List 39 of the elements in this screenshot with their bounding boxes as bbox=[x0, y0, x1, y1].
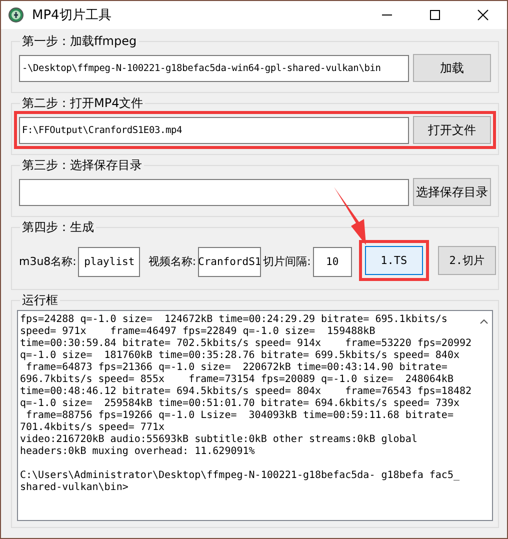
group-title: 运行框 bbox=[21, 292, 59, 309]
log-line: 696.7kbits/s speed= 855x frame=73154 fps=20089 q=-1.0 size= 248064kB bbox=[20, 374, 454, 386]
close-button[interactable] bbox=[477, 9, 489, 21]
field-label: 切片间隔: bbox=[262, 254, 312, 269]
action-button[interactable]: 加载 bbox=[413, 54, 491, 82]
maximize-button[interactable] bbox=[429, 9, 441, 21]
group-title: 第三步：选择保存目录 bbox=[21, 157, 143, 174]
group-title: 第二步：打开MP4文件 bbox=[21, 95, 144, 112]
input-field[interactable]: 10 bbox=[312, 246, 352, 276]
log-line: frame=64873 fps=21366 q=-1.0 size= 220672kB time=00:43:14.90 bitrate= bbox=[25, 362, 448, 374]
path-field[interactable]: F:\FFOutput\CranfordS1E03.mp4 bbox=[19, 116, 409, 144]
field-label: m3u8名称: bbox=[18, 254, 78, 269]
log-line: fps=24288 q=-1.0 size= 124672kB time=00:24:29.29 bitrate= 695.1kbits/s bbox=[20, 314, 448, 326]
input-field[interactable]: playlist bbox=[78, 246, 140, 276]
action-button[interactable]: 2.切片 bbox=[438, 246, 496, 275]
input-field[interactable]: CranfordS1 bbox=[198, 246, 262, 276]
scroll-up-icon[interactable] bbox=[480, 319, 488, 324]
path-field[interactable]: -\Desktop\ffmpeg-N-100221-g18befac5da-win64-gpl-shared-vulkan\bin bbox=[19, 54, 409, 82]
log-line: q=-1.0 size= 181760kB time=00:35:28.76 bitrate= 699.5kbits/s speed= 840x bbox=[20, 350, 460, 362]
field-label: 视频名称: bbox=[147, 254, 198, 269]
log-line: frame=88756 fps=19266 q=-1.0 Lsize= 304093kB time=00:59:11.68 bitrate= bbox=[25, 410, 454, 422]
log-line: time=00:30:59.84 bitrate= 702.5kbits/s speed= 914x frame=53220 fps=20992 bbox=[20, 338, 473, 350]
log-line: time=00:48:46.12 bitrate= 694.5kbits/s speed= 804x frame=76543 fps=18482 bbox=[20, 386, 473, 398]
group-title: 第一步：加载ffmpeg bbox=[21, 33, 138, 50]
action-button[interactable]: 选择保存目录 bbox=[413, 178, 491, 206]
log-line: headers:0kB muxing overhead: 11.629091% bbox=[20, 446, 256, 458]
path-field[interactable] bbox=[19, 178, 409, 206]
window-title: MP4切片工具 bbox=[32, 7, 112, 24]
minimize-button[interactable] bbox=[381, 14, 393, 16]
log-line: shared-vulkan\bin> bbox=[20, 482, 130, 494]
app-icon bbox=[8, 7, 24, 23]
action-button[interactable]: 1.TS bbox=[364, 246, 423, 275]
action-button[interactable]: 打开文件 bbox=[413, 116, 491, 144]
log-line: video:216720kB audio:55693kB subtitle:0kB other streams:0kB global bbox=[20, 434, 418, 446]
log-line: C:\Users\Administrator\Desktop\ffmpeg-N-100221-g18befac5da- g18befa fac5_ bbox=[20, 470, 460, 482]
group-title: 第四步：生成 bbox=[21, 219, 95, 236]
log-line: 701.4kbits/s speed= 771x bbox=[20, 422, 166, 434]
log-line: q=-1.0 size= 259584kB time=00:51:01.70 bitrate= 694.6kbits/s speed= 739x bbox=[20, 398, 460, 410]
log-line: speed= 971x frame=46497 fps=22849 q=-1.0 size= 159488kB bbox=[20, 326, 376, 338]
